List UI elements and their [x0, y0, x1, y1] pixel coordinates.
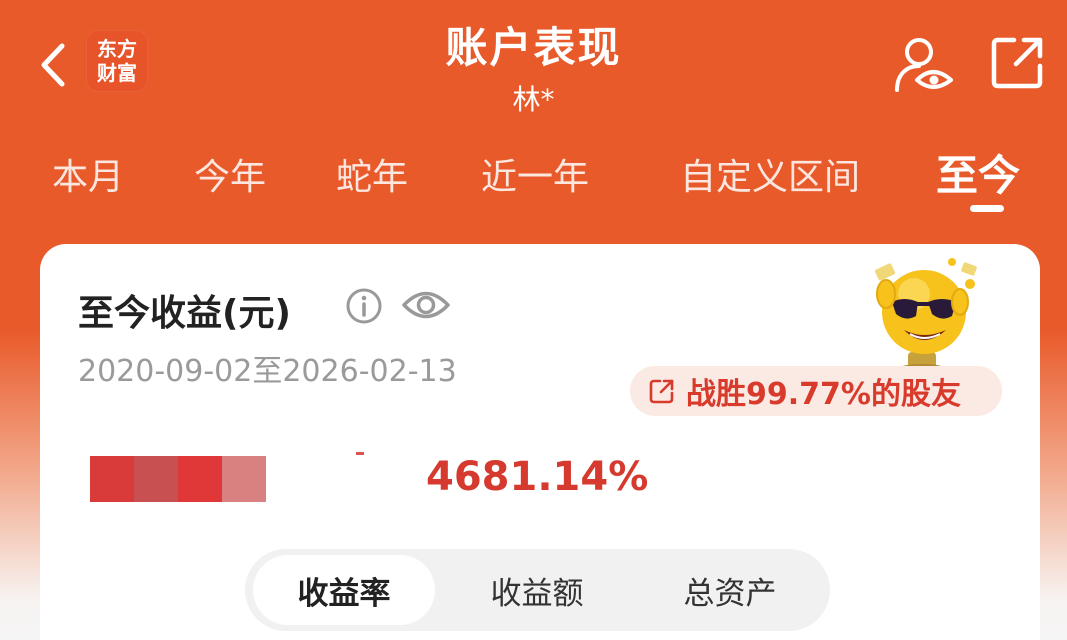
share-external-icon	[991, 37, 1043, 89]
mosaic-block	[222, 456, 266, 502]
user-eye-icon	[895, 38, 953, 92]
tab-last-year[interactable]: 近一年	[481, 148, 589, 200]
date-range: 2020-09-02至2026-02-13	[78, 354, 457, 389]
beat-peers-badge[interactable]: 战胜99.77%的股友	[630, 366, 1002, 416]
profit-card: 至今收益(元) 2020-09-02至2026-02-13 战胜99.77%的股…	[40, 244, 1040, 640]
tab-this-year[interactable]: 今年	[194, 148, 266, 200]
share-button[interactable]	[990, 34, 1046, 90]
mosaic-block	[178, 456, 222, 502]
metric-segmented-control: 收益率 收益额 总资产	[245, 549, 830, 631]
eye-icon	[402, 291, 450, 319]
period-tabs: 本月 今年 蛇年 近一年 自定义区间 至今	[0, 140, 1067, 220]
sunglasses-emoji-mascot	[852, 254, 992, 374]
masked-profit-amount	[90, 456, 266, 502]
active-tab-indicator	[970, 205, 1004, 212]
visibility-toggle[interactable]	[400, 284, 452, 326]
info-button[interactable]	[345, 287, 383, 325]
return-rate-value: 4681.14%	[426, 454, 649, 500]
mosaic-block	[90, 456, 134, 502]
segment-return-rate[interactable]: 收益率	[253, 555, 435, 625]
mosaic-block	[134, 456, 178, 502]
header: 东方 财富 账户表现 林* 本月 今年 蛇年 近一年 自定义区间 至今	[0, 0, 1067, 240]
tab-custom-range[interactable]: 自定义区间	[680, 148, 860, 200]
share-square-icon	[649, 379, 674, 404]
mosaic-fragment	[356, 452, 364, 455]
card-title: 至今收益(元)	[78, 293, 291, 334]
user-view-button[interactable]	[893, 34, 955, 94]
tab-this-month[interactable]: 本月	[52, 148, 124, 200]
tab-snake-year[interactable]: 蛇年	[336, 148, 408, 200]
beat-peers-text: 战胜99.77%的股友	[686, 377, 961, 412]
info-icon	[346, 288, 382, 324]
segment-total-assets[interactable]: 总资产	[639, 555, 821, 625]
segment-profit-amount[interactable]: 收益额	[446, 555, 628, 625]
tab-to-date[interactable]: 至今	[936, 142, 1020, 203]
